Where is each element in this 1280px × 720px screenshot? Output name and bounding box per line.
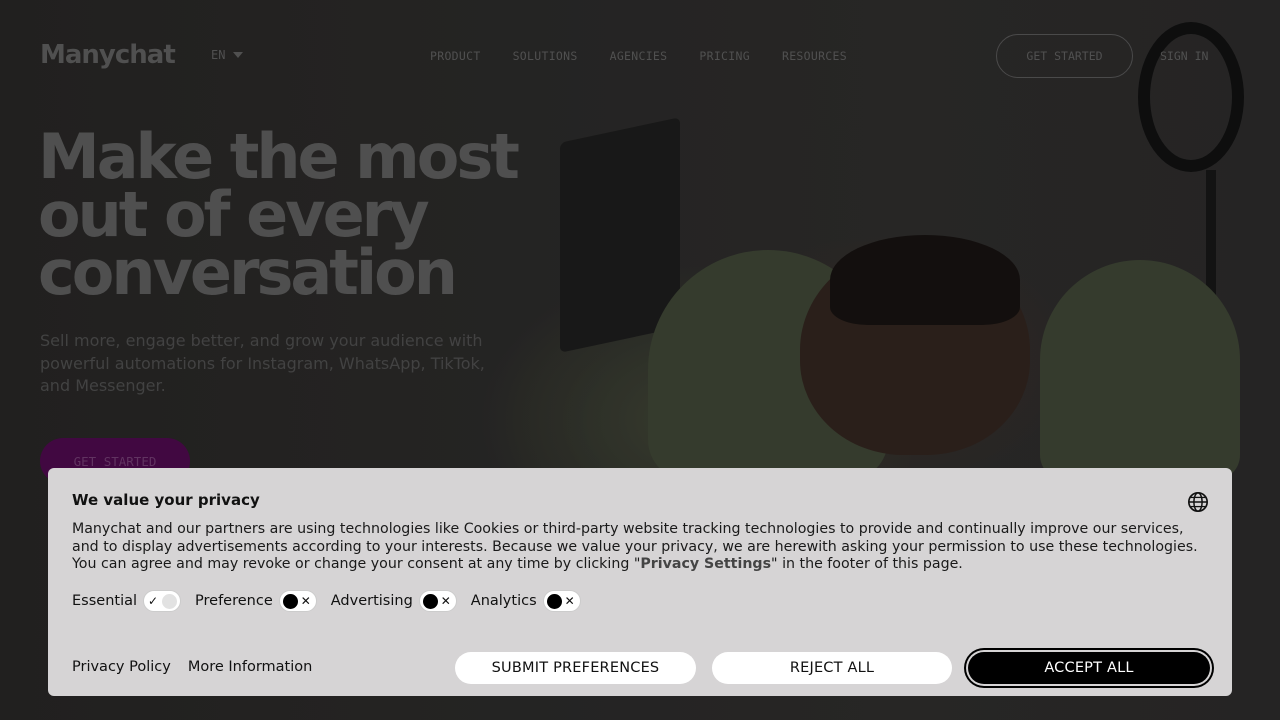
toggle-group-analytics: Analytics ✕ [471, 590, 581, 612]
close-icon: ✕ [300, 594, 311, 608]
toggle-advertising[interactable]: ✕ [418, 590, 457, 612]
check-icon: ✓ [148, 594, 159, 608]
toggle-preference[interactable]: ✕ [278, 590, 317, 612]
toggle-group-advertising: Advertising ✕ [331, 590, 457, 612]
consent-text-after: " in the footer of this page. [771, 556, 963, 572]
privacy-policy-link[interactable]: Privacy Policy [72, 659, 171, 675]
submit-preferences-button[interactable]: SUBMIT PREFERENCES [455, 652, 696, 684]
toggle-group-preference: Preference ✕ [195, 590, 317, 612]
more-information-link[interactable]: More Information [188, 659, 313, 675]
toggle-group-essential: Essential ✓ [72, 590, 182, 612]
toggle-analytics[interactable]: ✕ [542, 590, 581, 612]
consent-title: We value your privacy [72, 491, 260, 509]
consent-description: Manychat and our partners are using tech… [72, 521, 1212, 574]
consent-toggles: Essential ✓ Preference ✕ Advertising ✕ A… [72, 590, 595, 612]
toggle-knob [282, 594, 298, 609]
toggle-essential[interactable]: ✓ [143, 590, 182, 612]
toggle-knob [546, 594, 562, 609]
toggle-label-advertising: Advertising [330, 593, 413, 609]
privacy-settings-link[interactable]: Privacy Settings [640, 556, 771, 572]
reject-all-button[interactable]: REJECT ALL [712, 652, 952, 684]
accept-all-button[interactable]: ACCEPT ALL [968, 652, 1210, 684]
toggle-label-analytics: Analytics [470, 593, 537, 609]
toggle-knob [162, 594, 178, 609]
toggle-label-preference: Preference [195, 593, 273, 609]
toggle-knob [422, 594, 438, 609]
close-icon: ✕ [440, 594, 451, 608]
cookie-consent-banner: We value your privacy Manychat and our p… [48, 468, 1232, 696]
consent-text-before: Manychat and our partners are using tech… [72, 521, 1198, 572]
close-icon: ✕ [564, 594, 575, 608]
globe-icon[interactable] [1187, 491, 1209, 513]
consent-links: Privacy Policy More Information [72, 659, 312, 675]
toggle-label-essential: Essential [72, 593, 138, 609]
